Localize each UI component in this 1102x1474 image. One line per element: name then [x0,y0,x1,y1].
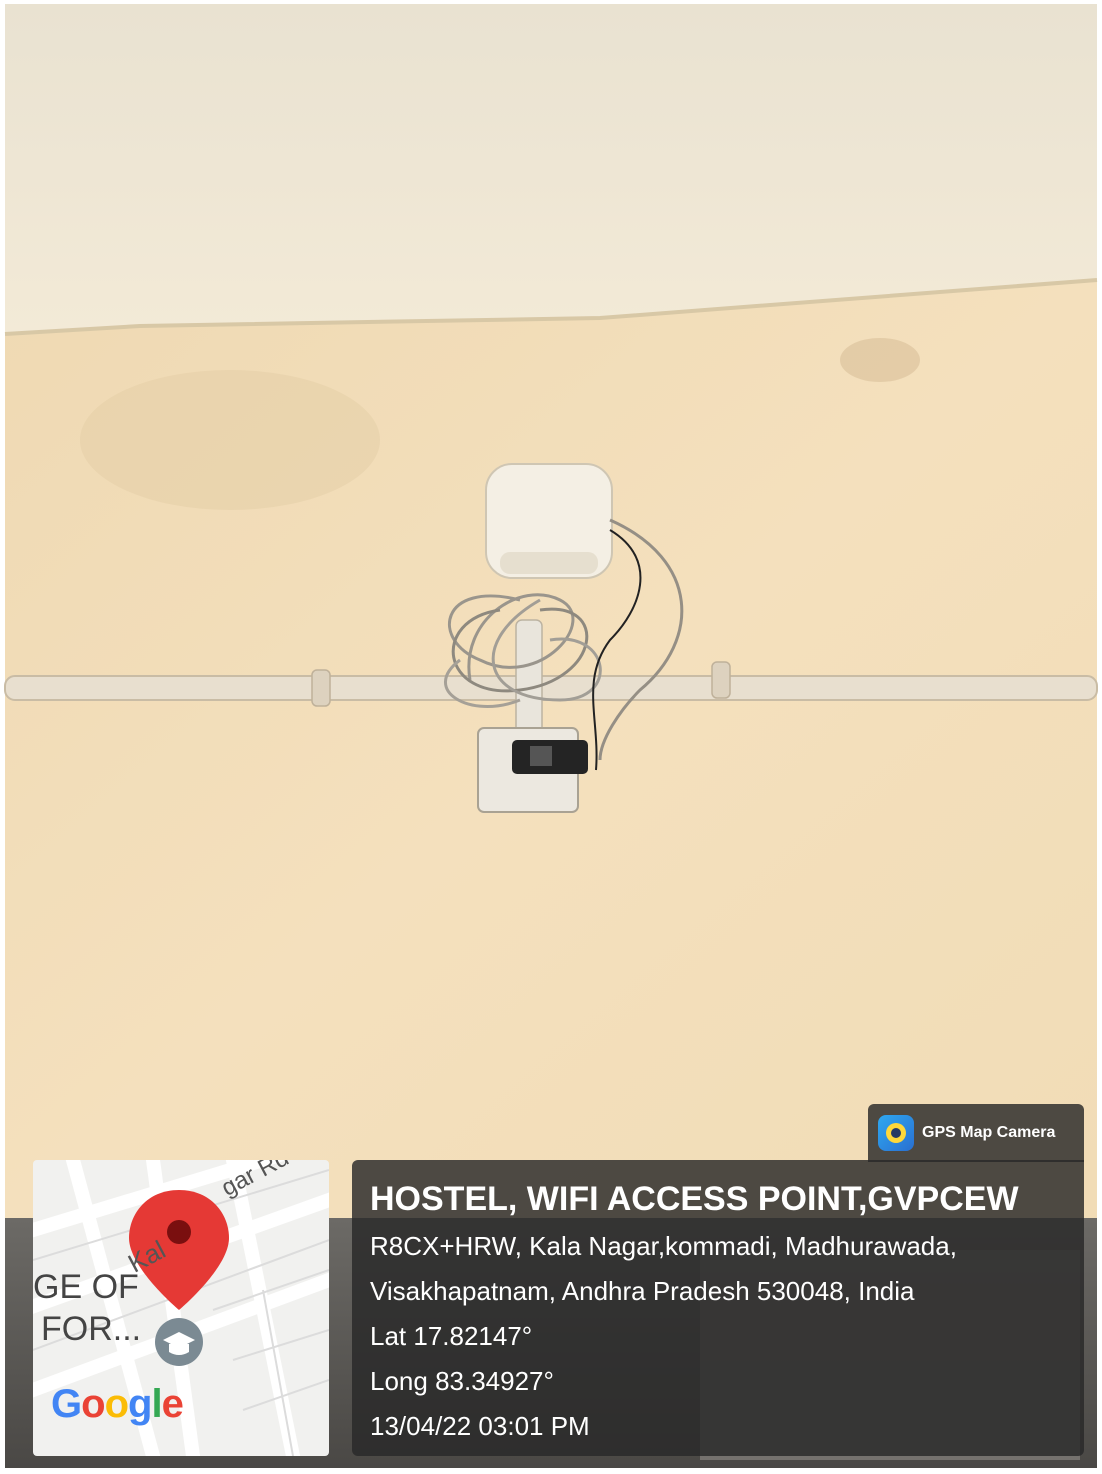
map-place-label-2: FOR... [41,1310,142,1348]
timestamp: 13/04/22 03:01 PM [370,1411,590,1441]
map-place-label-1: GE OF [33,1268,139,1306]
conduit-pipe [4,675,1098,701]
gps-map-camera-badge: GPS Map Camera [868,1104,1084,1162]
longitude-readout: Long 83.34927° [370,1366,554,1396]
ceiling [5,4,1097,334]
location-title: HOSTEL, WIFI ACCESS POINT,GVPCEW [370,1180,1019,1218]
location-info-panel: HOSTEL, WIFI ACCESS POINT,GVPCEW R8CX+HR… [352,1160,1084,1456]
address-line-1: R8CX+HRW, Kala Nagar,kommadi, Madhurawad… [370,1231,957,1261]
app-name-label: GPS Map Camera [922,1124,1056,1141]
map-thumbnail[interactable]: Kal gar Rd GE OF FOR... Google [33,1160,329,1456]
gps-map-camera-app-icon [878,1115,914,1151]
latitude-readout: Lat 17.82147° [370,1321,533,1351]
address-line-2: Visakhapatnam, Andhra Pradesh 530048, In… [370,1276,915,1306]
google-logo: Google [51,1382,184,1426]
